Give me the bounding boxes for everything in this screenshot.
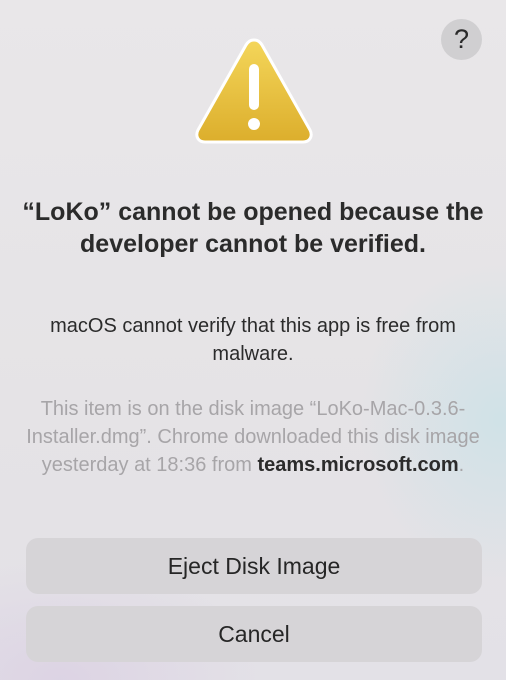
info-host: teams.microsoft.com xyxy=(257,454,459,476)
security-alert-dialog: ? “LoKo” cannot be opened because the de… xyxy=(0,0,506,680)
dialog-title: “LoKo” cannot be opened because the deve… xyxy=(22,198,484,258)
dialog-message: macOS cannot verify that this app is fre… xyxy=(50,315,456,365)
dialog-info: This item is on the disk image “LoKo-Mac… xyxy=(26,395,480,479)
eject-disk-image-button[interactable]: Eject Disk Image xyxy=(26,538,482,594)
cancel-label: Cancel xyxy=(218,620,290,647)
warning-triangle-icon xyxy=(195,38,313,144)
eject-label: Eject Disk Image xyxy=(167,552,341,579)
cancel-button[interactable]: Cancel xyxy=(26,606,482,662)
help-button[interactable]: ? xyxy=(441,19,482,60)
info-suffix: . xyxy=(458,454,465,476)
help-label: ? xyxy=(453,24,470,54)
